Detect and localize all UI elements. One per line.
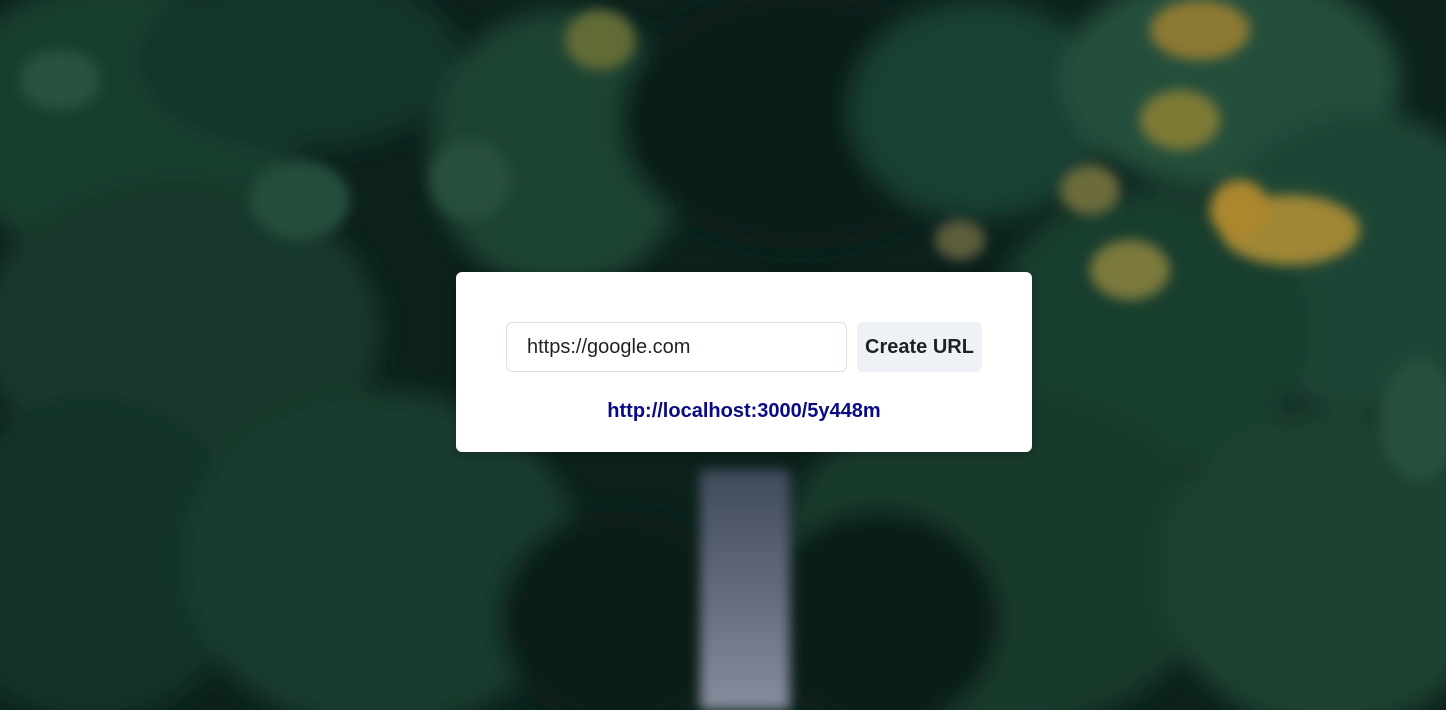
create-url-button[interactable]: Create URL bbox=[857, 322, 982, 372]
short-url-link[interactable]: http://localhost:3000/5y448m bbox=[456, 400, 1032, 423]
url-input[interactable] bbox=[506, 322, 847, 372]
shortener-card: Create URL http://localhost:3000/5y448m bbox=[456, 272, 1032, 452]
